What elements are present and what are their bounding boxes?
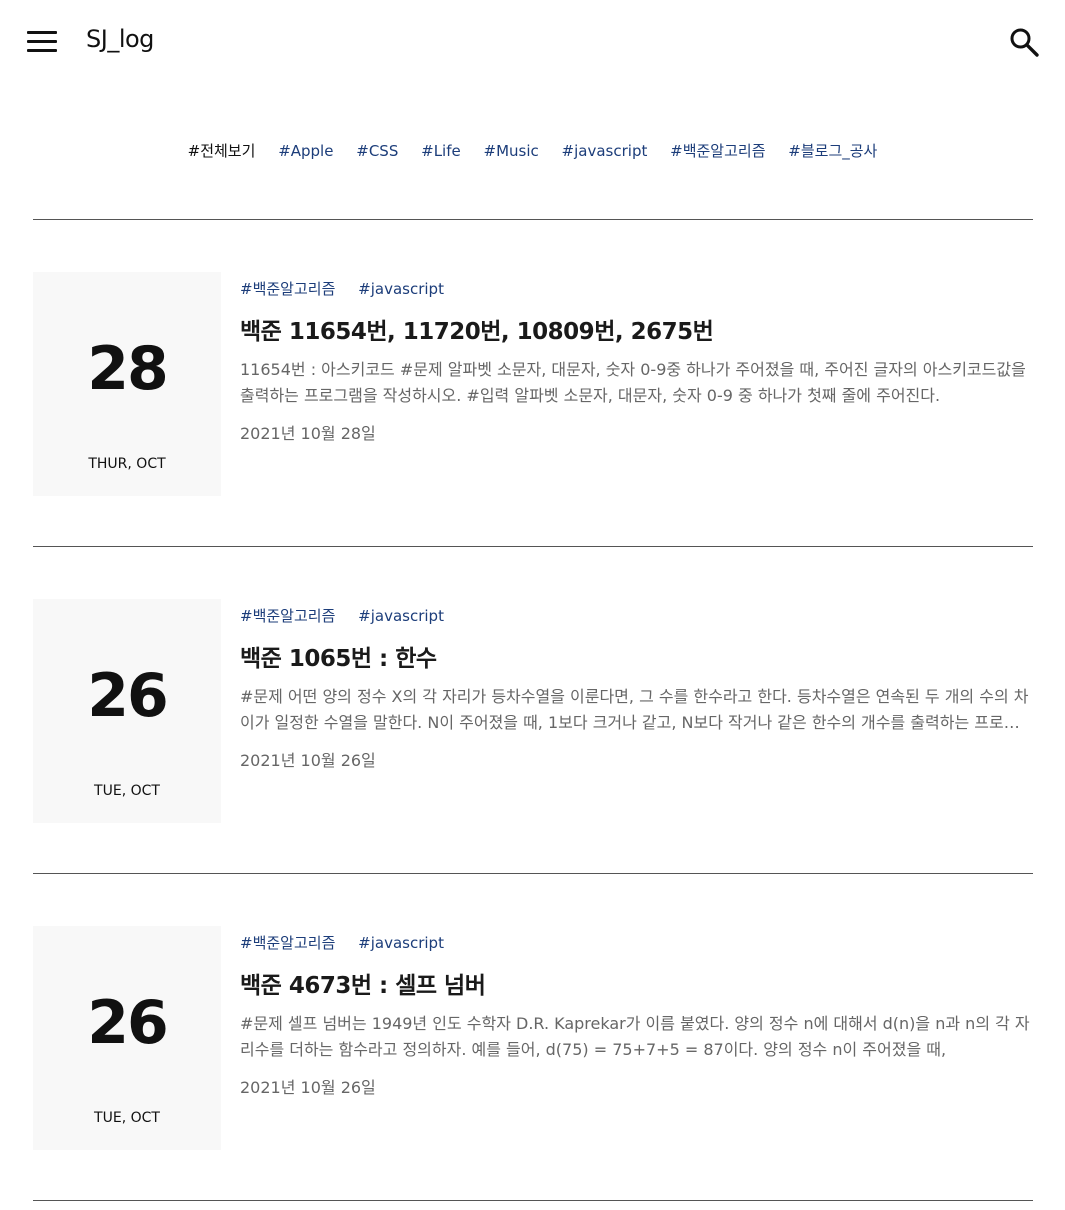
menu-bar <box>27 40 57 43</box>
post-excerpt[interactable]: #문제 셀프 넘버는 1949년 인도 수학자 D.R. Kaprekar가 이… <box>240 1011 1033 1063</box>
post-content: #백준알고리즘 #javascript 백준 11654번, 11720번, 1… <box>240 278 1033 443</box>
post-tag[interactable]: #javascript <box>358 280 444 298</box>
divider <box>33 1200 1033 1201</box>
post-date-box: 28 THUR, OCT <box>33 272 221 496</box>
category-javascript[interactable]: #javascript <box>562 142 648 160</box>
post-date-box: 26 TUE, OCT <box>33 599 221 823</box>
post-list: 28 THUR, OCT #백준알고리즘 #javascript 백준 1165… <box>33 219 1033 1201</box>
menu-bar <box>27 49 57 52</box>
post-content: #백준알고리즘 #javascript 백준 1065번 : 한수 #문제 어떤… <box>240 605 1033 770</box>
post-tags: #백준알고리즘 #javascript <box>240 605 1033 627</box>
post-day: 28 <box>87 334 169 404</box>
post-excerpt[interactable]: #문제 어떤 양의 정수 X의 각 자리가 등차수열을 이룬다면, 그 수를 한… <box>240 684 1033 736</box>
post-tag[interactable]: #백준알고리즘 <box>240 934 335 952</box>
post-content: #백준알고리즘 #javascript 백준 4673번 : 셀프 넘버 #문제… <box>240 932 1033 1097</box>
post-date: 2021년 10월 26일 <box>240 1078 376 1097</box>
search-icon[interactable] <box>1008 26 1040 58</box>
post-title[interactable]: 백준 1065번 : 한수 <box>240 639 1033 673</box>
post-item: 26 TUE, OCT #백준알고리즘 #javascript 백준 1065번… <box>33 547 1033 873</box>
post-date: 2021년 10월 26일 <box>240 751 376 770</box>
hamburger-menu-icon[interactable] <box>27 31 57 53</box>
post-item: 26 TUE, OCT #백준알고리즘 #javascript 백준 4673번… <box>33 874 1033 1200</box>
post-day: 26 <box>87 661 169 731</box>
category-blog-construction[interactable]: #블로그_공사 <box>788 140 877 161</box>
post-tag[interactable]: #백준알고리즘 <box>240 280 335 298</box>
post-weekday: THUR, OCT <box>88 456 166 472</box>
post-title[interactable]: 백준 4673번 : 셀프 넘버 <box>240 966 1033 1000</box>
category-baekjoon[interactable]: #백준알고리즘 <box>670 140 765 161</box>
category-music[interactable]: #Music <box>484 142 539 160</box>
site-header: SJ_log <box>0 0 1065 84</box>
post-excerpt[interactable]: 11654번 : 아스키코드 #문제 알파벳 소문자, 대문자, 숫자 0-9중… <box>240 357 1033 409</box>
post-tag[interactable]: #javascript <box>358 607 444 625</box>
post-tags: #백준알고리즘 #javascript <box>240 278 1033 300</box>
post-date: 2021년 10월 28일 <box>240 424 376 443</box>
post-tag[interactable]: #javascript <box>358 934 444 952</box>
menu-bar <box>27 31 57 34</box>
category-all[interactable]: #전체보기 <box>188 140 256 161</box>
site-title[interactable]: SJ_log <box>86 25 154 53</box>
category-life[interactable]: #Life <box>421 142 461 160</box>
post-day: 26 <box>87 988 169 1058</box>
category-nav: #전체보기 #Apple #CSS #Life #Music #javascri… <box>0 140 1065 161</box>
post-tag[interactable]: #백준알고리즘 <box>240 607 335 625</box>
post-weekday: TUE, OCT <box>94 783 160 799</box>
post-date-box: 26 TUE, OCT <box>33 926 221 1150</box>
post-item: 28 THUR, OCT #백준알고리즘 #javascript 백준 1165… <box>33 220 1033 546</box>
category-apple[interactable]: #Apple <box>278 142 333 160</box>
post-weekday: TUE, OCT <box>94 1110 160 1126</box>
post-title[interactable]: 백준 11654번, 11720번, 10809번, 2675번 <box>240 312 1033 346</box>
post-tags: #백준알고리즘 #javascript <box>240 932 1033 954</box>
category-css[interactable]: #CSS <box>356 142 398 160</box>
